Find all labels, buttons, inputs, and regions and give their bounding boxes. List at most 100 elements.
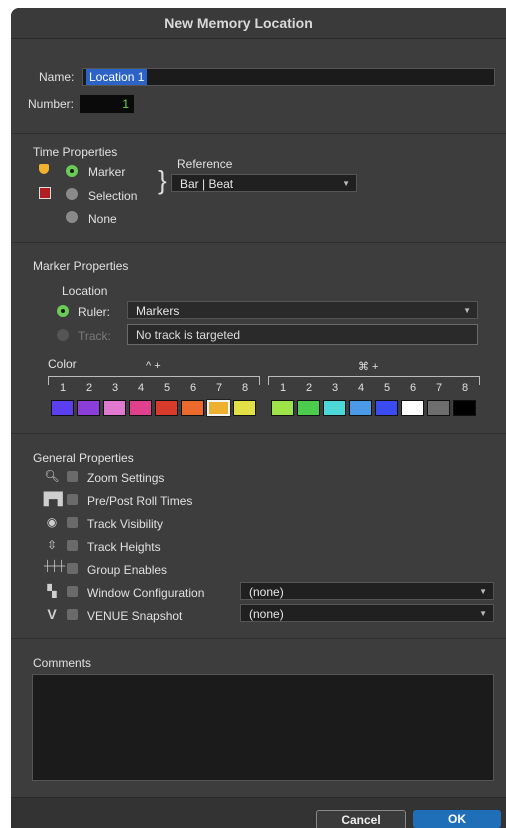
chevron-down-icon: ▼: [479, 587, 487, 596]
color-number-4: 4: [137, 382, 145, 394]
marker-properties-heading: Marker Properties: [33, 259, 129, 273]
location-label: Location: [62, 284, 108, 298]
comments-textarea[interactable]: [32, 674, 494, 781]
window-configuration-dropdown[interactable]: (none) ▼: [240, 582, 494, 600]
ok-button[interactable]: OK: [413, 810, 501, 828]
color-swatch-selected[interactable]: [206, 399, 231, 417]
selection-radio[interactable]: [66, 188, 78, 200]
color-swatch[interactable]: [323, 400, 346, 416]
general-properties-heading: General Properties: [33, 451, 134, 465]
none-radio[interactable]: [66, 211, 78, 223]
color-swatch[interactable]: [427, 400, 450, 416]
track-heights-checkbox[interactable]: [67, 540, 78, 551]
color-swatch[interactable]: [401, 400, 424, 416]
reference-brace: }: [158, 165, 167, 195]
color-number-3: 3: [111, 382, 119, 394]
color-swatch[interactable]: [77, 400, 100, 416]
pre-post-roll-checkbox[interactable]: [67, 494, 78, 505]
track-value: No track is targeted: [136, 328, 241, 342]
group-enables-icon: ┼┼┼: [44, 561, 66, 572]
ruler-value: Markers: [136, 304, 180, 318]
ruler-dropdown[interactable]: Markers ▼: [127, 301, 478, 319]
color-number-1: 1: [279, 382, 287, 394]
zoom-settings-checkbox[interactable]: [67, 471, 78, 482]
pre-post-roll-label: Pre/Post Roll Times: [87, 494, 193, 508]
color-number-8: 8: [461, 382, 469, 394]
chevron-down-icon: ▼: [342, 179, 350, 188]
color-group1-modifier: ^ +: [146, 360, 161, 372]
group-enables-label: Group Enables: [87, 563, 168, 577]
name-field[interactable]: Location 1: [82, 68, 495, 86]
number-value: 1: [122, 97, 129, 111]
track-heights-icon: ⇳: [46, 538, 58, 552]
track-heights-label: Track Heights: [87, 540, 161, 554]
color-number-8: 8: [241, 382, 249, 394]
track-radio[interactable]: [57, 329, 69, 341]
venue-snapshot-dropdown[interactable]: (none) ▼: [240, 604, 494, 622]
general-properties-section: General Properties 🔍︎ Zoom Settings ▛▜ P…: [11, 434, 506, 639]
color-swatch[interactable]: [349, 400, 372, 416]
color-swatch[interactable]: [375, 400, 398, 416]
reference-value: Bar | Beat: [180, 177, 234, 191]
color-number-2: 2: [85, 382, 93, 394]
time-properties-heading: Time Properties: [33, 145, 118, 159]
color-number-6: 6: [189, 382, 197, 394]
window-configuration-value: (none): [249, 585, 284, 599]
venue-snapshot-checkbox[interactable]: [67, 609, 78, 620]
reference-dropdown[interactable]: Bar | Beat ▼: [171, 174, 357, 192]
reference-label: Reference: [177, 157, 233, 171]
venue-icon: V: [47, 606, 57, 622]
time-properties-section: Time Properties Marker Selection None } …: [11, 134, 506, 243]
color-number-6: 6: [409, 382, 417, 394]
color-number-5: 5: [163, 382, 171, 394]
window-config-icon: ▚: [47, 584, 57, 598]
color-swatch[interactable]: [51, 400, 74, 416]
color-group2-modifier: ⌘ +: [358, 361, 379, 373]
title-bar: New Memory Location: [11, 8, 506, 39]
ruler-label: Ruler:: [78, 305, 111, 319]
cancel-button[interactable]: Cancel: [316, 810, 406, 828]
zoom-settings-label: Zoom Settings: [87, 471, 165, 485]
name-value: Location 1: [86, 69, 148, 85]
color-number-4: 4: [357, 382, 365, 394]
color-number-1: 1: [59, 382, 67, 394]
color-number-7: 7: [435, 382, 443, 394]
venue-snapshot-label: VENUE Snapshot: [87, 609, 183, 623]
track-field: No track is targeted: [127, 324, 478, 345]
name-section: Name: Location 1 Number: 1: [11, 39, 506, 134]
window-configuration-checkbox[interactable]: [67, 586, 78, 597]
color-number-7: 7: [215, 382, 223, 394]
color-swatch[interactable]: [155, 400, 178, 416]
marker-option-label: Marker: [88, 165, 126, 179]
color-swatch[interactable]: [453, 400, 476, 416]
preroll-icon: ▛▜: [44, 492, 63, 506]
selection-option-label: Selection: [88, 189, 138, 203]
track-label: Track:: [78, 329, 111, 343]
venue-snapshot-value: (none): [249, 607, 284, 621]
track-visibility-checkbox[interactable]: [67, 517, 78, 528]
chevron-down-icon: ▼: [463, 306, 471, 315]
name-label: Name:: [39, 70, 75, 84]
color-swatch[interactable]: [129, 400, 152, 416]
chevron-down-icon: ▼: [479, 609, 487, 618]
color-label: Color: [48, 357, 77, 371]
color-number-3: 3: [331, 382, 339, 394]
color-swatch[interactable]: [103, 400, 126, 416]
marker-icon: [39, 164, 49, 174]
ruler-radio[interactable]: [57, 305, 69, 317]
marker-radio[interactable]: [66, 165, 78, 177]
color-swatch[interactable]: [181, 400, 204, 416]
color-swatch[interactable]: [233, 400, 256, 416]
color-swatch[interactable]: [297, 400, 320, 416]
comments-heading: Comments: [33, 656, 92, 670]
color-swatch[interactable]: [271, 400, 294, 416]
group-enables-checkbox[interactable]: [67, 563, 78, 574]
memory-location-dialog: New Memory Location Name: Location 1 Num…: [11, 8, 506, 828]
window-configuration-label: Window Configuration: [87, 586, 205, 600]
window-title: New Memory Location: [164, 15, 313, 31]
number-field[interactable]: 1: [80, 95, 134, 113]
magnifier-icon: 🔍︎: [44, 469, 60, 483]
number-label: Number:: [28, 97, 75, 111]
selection-icon: [39, 187, 51, 199]
color-number-5: 5: [383, 382, 391, 394]
